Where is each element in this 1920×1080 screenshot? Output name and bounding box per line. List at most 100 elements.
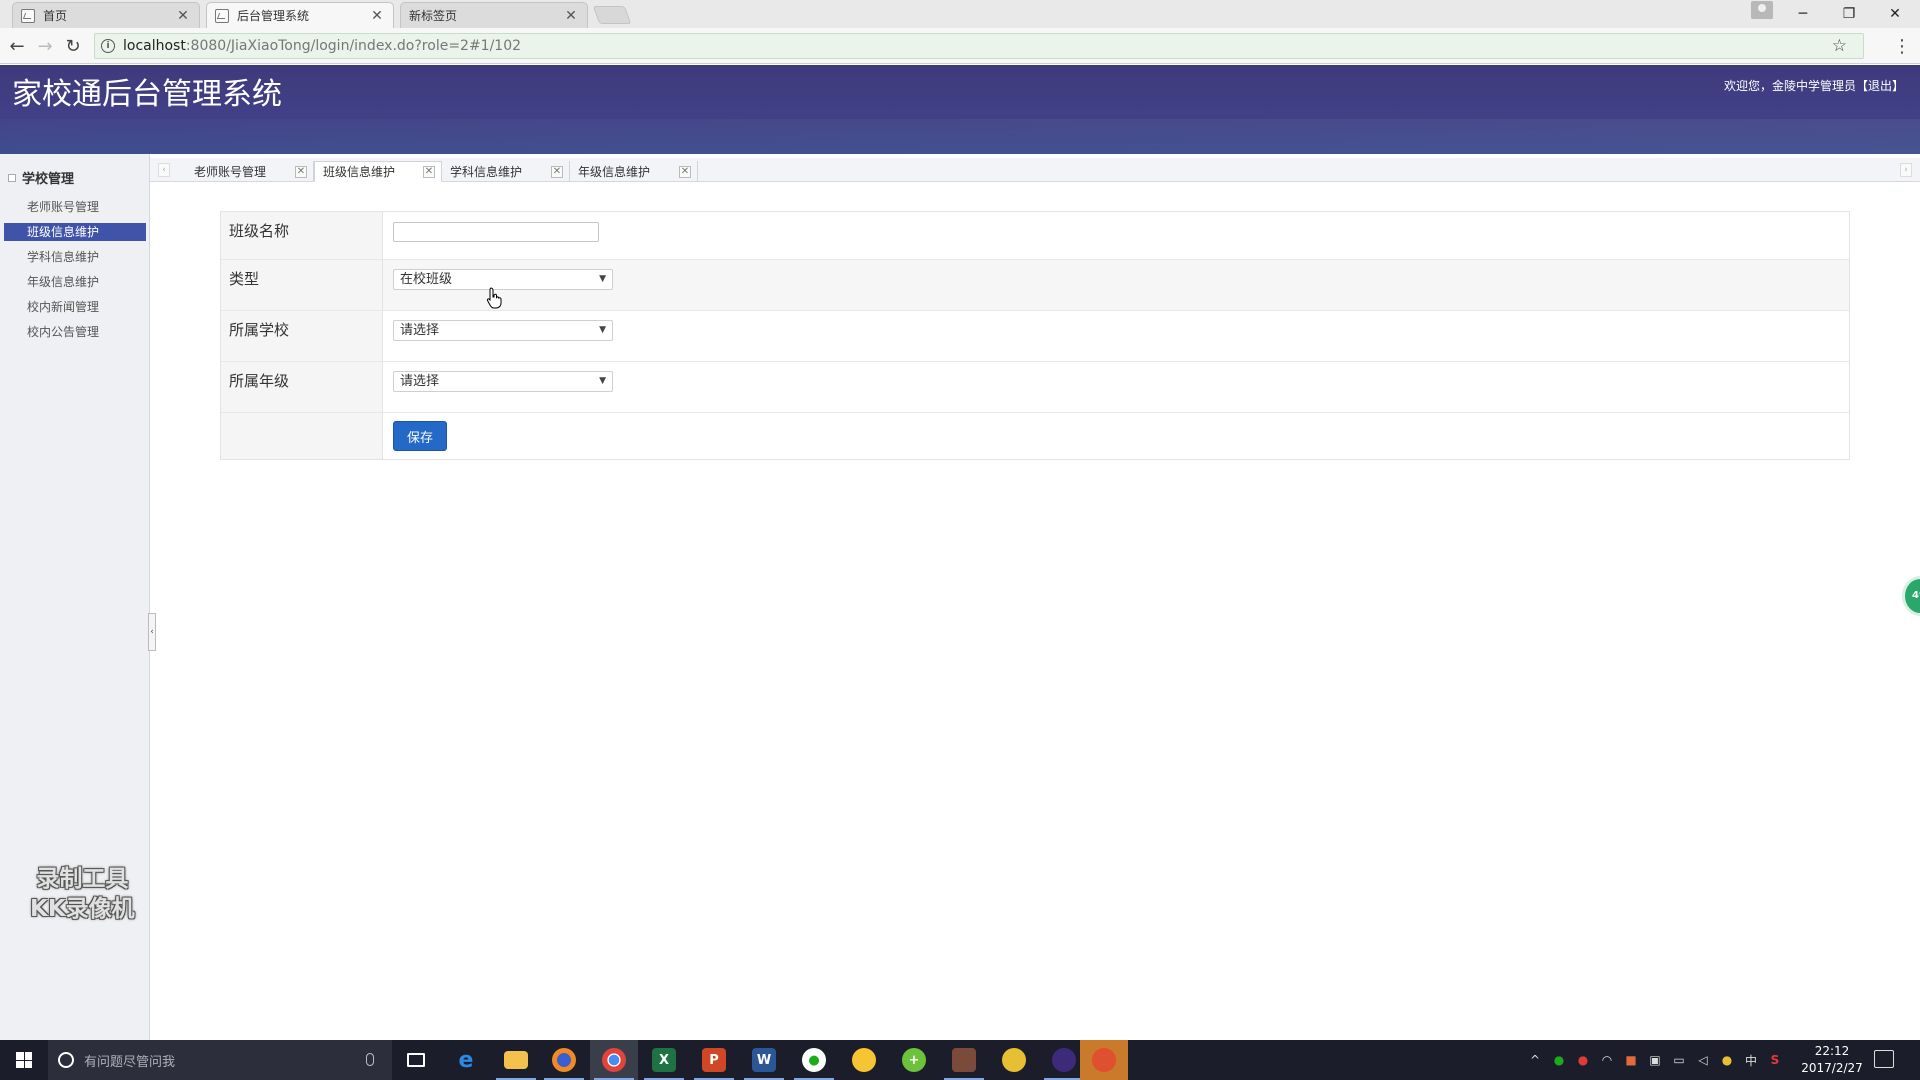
sidebar-item-class-info[interactable]: 班级信息维护 xyxy=(4,223,146,241)
form-row-school: 所属学校 请选择 ▼ xyxy=(221,311,1849,362)
dropdown-arrow-icon: ▼ xyxy=(599,274,606,284)
app-tray-icon[interactable]: ■ xyxy=(1622,1051,1640,1069)
browser-tab-admin[interactable]: 后台管理系统 ✕ xyxy=(206,2,394,28)
new-tab-button[interactable] xyxy=(592,6,632,24)
address-toolbar: ← → ↻ i localhost:8080/JiaXiaoTong/login… xyxy=(0,28,1920,64)
green-app-icon: + xyxy=(902,1048,926,1072)
taskbar-wechat[interactable]: ● xyxy=(790,1040,838,1080)
tabs-scroll-right-icon[interactable]: › xyxy=(1900,163,1912,177)
sidebar-group-school-management[interactable]: 学校管理 xyxy=(8,168,74,187)
device-tray-icon[interactable]: ▣ xyxy=(1646,1051,1664,1069)
volume-icon[interactable]: ◁ xyxy=(1694,1051,1712,1069)
taskbar-powerpoint[interactable]: P xyxy=(690,1040,738,1080)
reload-icon[interactable]: ↻ xyxy=(60,33,86,59)
close-icon[interactable]: ✕ xyxy=(551,165,563,178)
taskbar-app-green[interactable]: + xyxy=(890,1040,938,1080)
sidebar-collapse-handle[interactable]: ‹ xyxy=(148,613,156,651)
close-icon[interactable]: ✕ xyxy=(369,8,385,24)
forward-arrow-icon[interactable]: → xyxy=(32,33,58,59)
battery-icon[interactable]: ▭ xyxy=(1670,1051,1688,1069)
wechat-tray-icon[interactable]: ● xyxy=(1550,1051,1568,1069)
save-button[interactable]: 保存 xyxy=(393,421,447,451)
firefox-icon xyxy=(552,1048,576,1072)
dropdown-arrow-icon: ▼ xyxy=(599,325,606,335)
yellow-tray-icon[interactable]: ● xyxy=(1718,1051,1736,1069)
tab-teacher-accounts[interactable]: 老师账号管理 ✕ xyxy=(186,161,314,182)
tab-grade-info[interactable]: 年级信息维护 ✕ xyxy=(570,161,698,182)
close-icon[interactable]: ✕ xyxy=(563,8,579,24)
browser-tab-strip: 首页 ✕ 后台管理系统 ✕ 新标签页 ✕ ─ ❐ ✕ xyxy=(0,0,1920,28)
recorder-icon xyxy=(1092,1048,1116,1072)
sidebar-item-school-news[interactable]: 校内新闻管理 xyxy=(4,298,146,316)
cortana-icon xyxy=(58,1052,74,1068)
url-bar[interactable]: i localhost:8080/JiaXiaoTong/login/index… xyxy=(94,33,1864,59)
microphone-icon[interactable] xyxy=(366,1053,374,1066)
type-select[interactable]: 在校班级 ▼ xyxy=(393,269,613,290)
notification-center-icon[interactable] xyxy=(1874,1050,1894,1068)
restore-button[interactable]: ❐ xyxy=(1826,0,1872,28)
sidebar-item-grade-info[interactable]: 年级信息维护 xyxy=(4,273,146,291)
tree-toggle-icon[interactable] xyxy=(8,173,16,182)
recording-watermark: 录制工具 KK录像机 xyxy=(30,866,135,922)
browser-tab-title: 首页 xyxy=(43,9,68,23)
taskbar-firefox[interactable] xyxy=(540,1040,588,1080)
taskbar-search-box[interactable]: 有问题尽管问我 xyxy=(48,1040,392,1080)
taskbar-excel[interactable]: X xyxy=(640,1040,688,1080)
task-view-button[interactable] xyxy=(392,1040,440,1080)
security-tray-icon[interactable]: ● xyxy=(1574,1051,1592,1069)
sogou-ime-icon[interactable]: S xyxy=(1766,1051,1784,1069)
chevron-up-icon[interactable]: ^ xyxy=(1526,1051,1544,1069)
browser-menu-icon[interactable]: ⋮ xyxy=(1893,33,1911,59)
form-row-actions: 保存 xyxy=(221,413,1849,459)
form-row-type: 类型 在校班级 ▼ xyxy=(221,260,1849,311)
start-button[interactable] xyxy=(0,1040,48,1080)
leaf-app-icon xyxy=(1002,1048,1026,1072)
taskbar-edge[interactable]: e xyxy=(442,1040,490,1080)
sidebar-item-school-notices[interactable]: 校内公告管理 xyxy=(4,323,146,341)
window-close-button[interactable]: ✕ xyxy=(1872,0,1918,28)
taskbar-chrome[interactable] xyxy=(590,1040,638,1080)
taskbar-app-recorder[interactable] xyxy=(1080,1040,1128,1080)
sidebar-group-label: 学校管理 xyxy=(22,172,75,187)
close-icon[interactable]: ✕ xyxy=(175,8,191,24)
close-icon[interactable]: ✕ xyxy=(423,165,435,178)
taskbar-app-chick[interactable] xyxy=(840,1040,888,1080)
hand-cursor-icon xyxy=(486,287,502,309)
windows-logo-icon xyxy=(16,1052,32,1068)
close-icon[interactable]: ✕ xyxy=(295,165,307,178)
class-name-label: 班级名称 xyxy=(229,222,290,240)
taskbar-app-leaf[interactable] xyxy=(990,1040,1038,1080)
info-icon[interactable]: i xyxy=(101,39,115,53)
taskbar-app-pixel[interactable] xyxy=(940,1040,988,1080)
app-title: 家校通后台管理系统 xyxy=(12,77,282,112)
sidebar-item-subject-info[interactable]: 学科信息维护 xyxy=(4,248,146,266)
taskbar-clock[interactable]: 22:12 2017/2/27 xyxy=(1790,1043,1874,1077)
user-profile-icon[interactable] xyxy=(1751,1,1773,19)
browser-tab-new[interactable]: 新标签页 ✕ xyxy=(400,2,588,28)
form-row-class-name: 班级名称 xyxy=(221,212,1849,260)
taskbar-file-explorer[interactable] xyxy=(492,1040,540,1080)
tab-subject-info[interactable]: 学科信息维护 ✕ xyxy=(442,161,570,182)
minimize-button[interactable]: ─ xyxy=(1780,0,1826,28)
grade-label: 所属年级 xyxy=(229,372,290,390)
taskbar-word[interactable]: W xyxy=(740,1040,788,1080)
school-select[interactable]: 请选择 ▼ xyxy=(393,320,613,341)
bookmark-star-icon[interactable]: ☆ xyxy=(1832,36,1847,56)
grade-select[interactable]: 请选择 ▼ xyxy=(393,371,613,392)
app-header: 家校通后台管理系统 欢迎您，金陵中学管理员【退出】 xyxy=(0,65,1920,154)
network-icon[interactable]: ◠ xyxy=(1598,1051,1616,1069)
dropdown-arrow-icon: ▼ xyxy=(599,376,606,386)
tab-class-info[interactable]: 班级信息维护 ✕ xyxy=(314,161,442,182)
tabs-scroll-left-icon[interactable]: ‹ xyxy=(158,163,170,177)
sidebar-item-teacher-accounts[interactable]: 老师账号管理 xyxy=(4,198,146,216)
back-arrow-icon[interactable]: ← xyxy=(4,33,30,59)
school-label: 所属学校 xyxy=(229,321,290,339)
task-view-icon xyxy=(407,1053,425,1067)
floating-assistant-ball[interactable]: 49 xyxy=(1902,576,1920,616)
welcome-logout-text[interactable]: 欢迎您，金陵中学管理员【退出】 xyxy=(1724,77,1904,94)
browser-tab-home[interactable]: 首页 ✕ xyxy=(12,2,200,28)
ime-indicator[interactable]: 中 xyxy=(1742,1051,1760,1069)
browser-tab-title: 新标签页 xyxy=(409,9,458,23)
close-icon[interactable]: ✕ xyxy=(679,165,691,178)
class-name-input[interactable] xyxy=(393,222,599,242)
